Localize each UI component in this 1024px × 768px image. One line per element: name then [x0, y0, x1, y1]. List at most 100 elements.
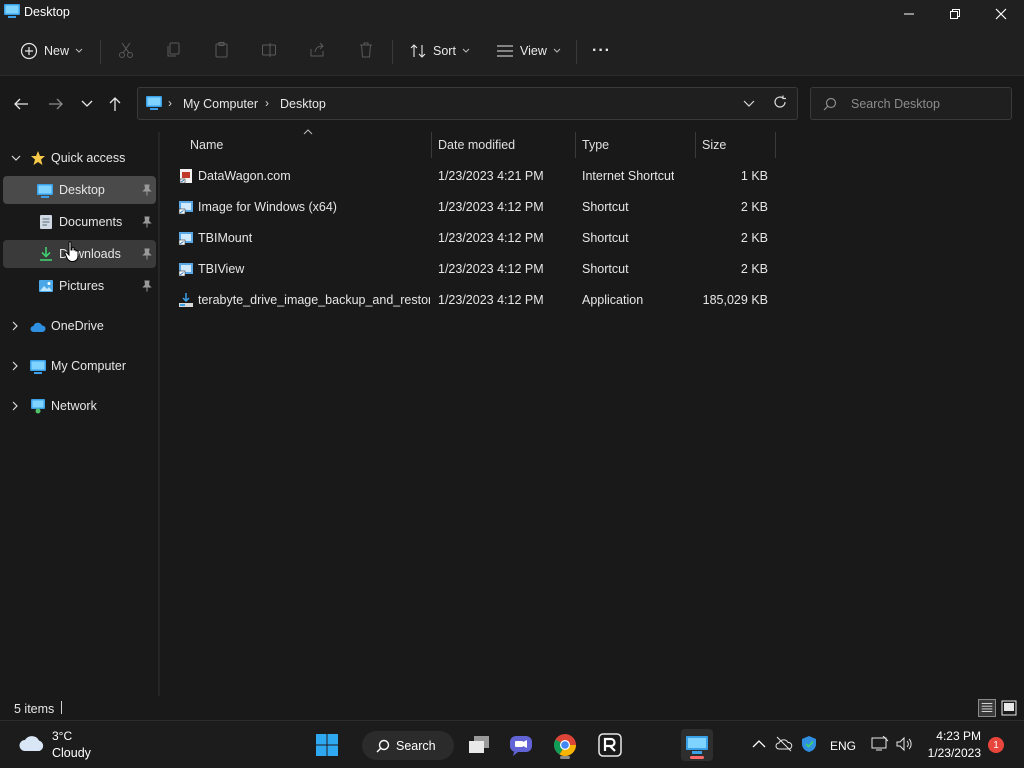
- divider: [576, 40, 577, 64]
- file-date: 1/23/2023 4:12 PM: [438, 262, 544, 276]
- onedrive-offline-icon[interactable]: [775, 736, 793, 752]
- r-app-button[interactable]: [594, 729, 626, 761]
- sort-ascending-icon: [303, 129, 313, 135]
- file-size: 2 KB: [740, 262, 768, 276]
- column-header-size[interactable]: Size: [702, 132, 774, 158]
- column-divider[interactable]: [575, 132, 576, 158]
- computer-icon: [30, 360, 46, 374]
- address-bar[interactable]: › My Computer › Desktop: [137, 87, 798, 120]
- chevron-right-icon: [12, 361, 18, 371]
- chevron-up-icon[interactable]: [752, 739, 766, 749]
- more-options-button[interactable]: ···: [592, 38, 611, 64]
- chevron-down-icon: [81, 100, 93, 107]
- cut-icon[interactable]: [117, 41, 135, 59]
- file-explorer-button[interactable]: [681, 729, 713, 761]
- file-size: 2 KB: [740, 231, 768, 245]
- column-header-name[interactable]: Name: [190, 132, 430, 158]
- rename-icon[interactable]: [261, 41, 279, 59]
- column-divider[interactable]: [431, 132, 432, 158]
- column-label: Name: [190, 138, 224, 152]
- recent-locations-button[interactable]: [75, 93, 99, 115]
- pin-icon[interactable]: [142, 184, 152, 196]
- file-row[interactable]: Image for Windows (x64) 1/23/2023 4:12 P…: [172, 192, 784, 222]
- file-date: 1/23/2023 4:12 PM: [438, 293, 544, 307]
- column-header-type[interactable]: Type: [582, 132, 694, 158]
- installer-icon: [179, 293, 193, 307]
- arrow-right-icon: [49, 98, 63, 110]
- copy-icon[interactable]: [165, 41, 183, 59]
- shortcut-icon: [178, 263, 193, 277]
- restore-button[interactable]: [932, 0, 978, 28]
- taskbar-search-label: Search: [396, 738, 436, 753]
- clock[interactable]: 4:23 PM 1/23/2023: [920, 728, 984, 762]
- up-button[interactable]: [103, 93, 127, 115]
- paste-icon[interactable]: [213, 41, 231, 59]
- nav-item-pictures[interactable]: Pictures: [3, 272, 156, 300]
- minimize-button[interactable]: [886, 0, 932, 28]
- file-date: 1/23/2023 4:12 PM: [438, 231, 544, 245]
- file-type: Shortcut: [582, 262, 629, 276]
- status-bar: 5 items: [0, 696, 1024, 720]
- taskbar-search-button[interactable]: Search: [362, 731, 454, 760]
- start-button[interactable]: [311, 729, 343, 761]
- file-date: 1/23/2023 4:21 PM: [438, 169, 544, 183]
- network-tray-icon[interactable]: [871, 736, 889, 752]
- file-date: 1/23/2023 4:12 PM: [438, 200, 544, 214]
- file-row[interactable]: TBIView 1/23/2023 4:12 PM Shortcut 2 KB: [172, 254, 784, 284]
- delete-icon[interactable]: [357, 41, 375, 59]
- title-bar: Desktop: [0, 0, 1024, 28]
- sort-button[interactable]: Sort: [409, 38, 470, 64]
- nav-item-documents[interactable]: Documents: [3, 208, 156, 236]
- breadcrumb-my-computer[interactable]: My Computer: [183, 97, 258, 111]
- refresh-icon[interactable]: [773, 95, 787, 109]
- nav-quick-access[interactable]: Quick access: [2, 144, 156, 172]
- close-button[interactable]: [978, 0, 1024, 28]
- running-indicator: [560, 756, 570, 759]
- task-view-button[interactable]: [463, 729, 495, 761]
- chrome-button[interactable]: [549, 729, 581, 761]
- nav-my-computer[interactable]: My Computer: [2, 352, 156, 380]
- file-row[interactable]: TBIMount 1/23/2023 4:12 PM Shortcut 2 KB: [172, 223, 784, 253]
- column-divider[interactable]: [695, 132, 696, 158]
- weather-description: Cloudy: [52, 746, 91, 760]
- notification-badge[interactable]: 1: [988, 737, 1004, 753]
- file-type: Internet Shortcut: [582, 169, 675, 183]
- file-row[interactable]: DataWagon.com 1/23/2023 4:21 PM Internet…: [172, 161, 784, 191]
- column-divider[interactable]: [775, 132, 776, 158]
- pin-icon[interactable]: [142, 280, 152, 292]
- hand-cursor-icon: [64, 241, 79, 262]
- nav-network[interactable]: Network: [2, 392, 156, 420]
- volume-icon[interactable]: [895, 736, 913, 752]
- language-indicator[interactable]: ENG: [830, 739, 856, 753]
- chat-button[interactable]: [505, 729, 537, 761]
- arrow-up-icon: [109, 97, 121, 111]
- weather-widget[interactable]: 3°C Cloudy: [0, 721, 110, 768]
- file-type: Shortcut: [582, 200, 629, 214]
- view-label: View: [520, 44, 547, 58]
- back-button[interactable]: [9, 93, 33, 115]
- star-icon: [31, 151, 45, 165]
- minimize-icon: [904, 13, 914, 15]
- view-button[interactable]: View: [496, 38, 561, 64]
- pin-icon[interactable]: [142, 216, 152, 228]
- new-button[interactable]: New: [20, 38, 83, 64]
- navigation-pane: Quick access Desktop Documents Downloads…: [0, 132, 158, 696]
- nav-onedrive[interactable]: OneDrive: [2, 312, 156, 340]
- security-shield-icon[interactable]: [801, 735, 817, 753]
- nav-item-desktop[interactable]: Desktop: [3, 176, 156, 204]
- breadcrumb-desktop[interactable]: Desktop: [280, 97, 326, 111]
- documents-icon: [40, 215, 52, 229]
- share-icon[interactable]: [309, 41, 327, 59]
- search-box[interactable]: Search Desktop: [810, 87, 1012, 120]
- details-view-icon[interactable]: [978, 699, 996, 717]
- downloads-icon: [40, 247, 52, 261]
- file-row[interactable]: terabyte_drive_image_backup_and_restor..…: [172, 285, 784, 315]
- address-dropdown-icon[interactable]: [743, 97, 755, 109]
- large-icons-view-icon[interactable]: [1000, 699, 1018, 717]
- pin-icon[interactable]: [142, 248, 152, 260]
- column-label: Type: [582, 138, 610, 152]
- chevron-down-icon: [75, 48, 83, 53]
- chevron-right-icon: [12, 401, 18, 411]
- column-header-date[interactable]: Date modified: [438, 132, 574, 158]
- forward-button[interactable]: [44, 93, 68, 115]
